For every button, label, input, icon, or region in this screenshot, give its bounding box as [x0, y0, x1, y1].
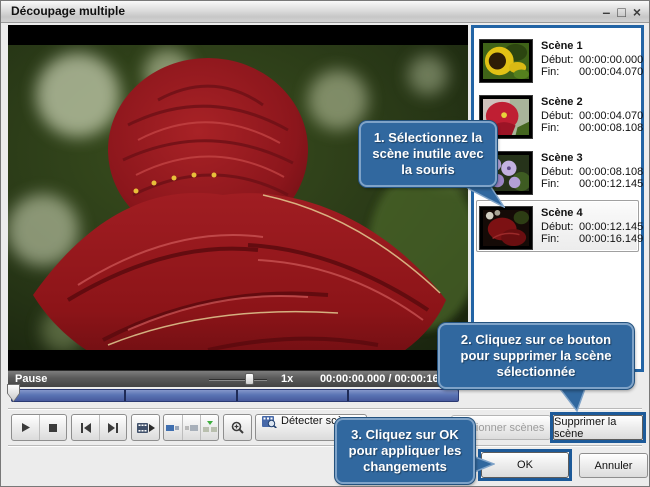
magnifier-icon [231, 421, 244, 434]
playback-status-bar: Pause 1x 00:00:00.000 / 00:00:16.149 [8, 370, 468, 387]
scene-end-time: 00:00:04.070 [579, 66, 643, 78]
speed-slider-track[interactable] [209, 379, 267, 381]
stop-button[interactable] [39, 415, 66, 440]
split-icon [203, 421, 217, 434]
speed-slider-handle[interactable] [245, 373, 254, 385]
title-bar[interactable]: Découpage multiple – □ × [1, 1, 649, 23]
scene-item-1[interactable]: Scène 1 Début:00:00:00.000 Fin:00:00:04.… [477, 39, 638, 91]
trim-start-icon [166, 423, 180, 433]
zoom-button[interactable] [224, 415, 251, 440]
previous-frame-icon [80, 423, 92, 433]
delete-scene-highlight-ring: Supprimer la scène [550, 412, 646, 443]
trim-start-button[interactable] [164, 415, 182, 440]
next-frame-icon [107, 423, 119, 433]
play-button[interactable] [12, 415, 39, 440]
scene-item-2[interactable]: Scène 2 Début:00:00:04.070 Fin:00:00:08.… [477, 95, 638, 147]
close-button[interactable]: × [633, 2, 641, 22]
scene-name: Scène 1 [541, 40, 643, 52]
trim-end-icon [185, 423, 199, 433]
scene-item-4[interactable]: Scène 4 Début:00:00:12.145 Fin:00:00:16.… [477, 206, 638, 258]
next-frame-button[interactable] [99, 415, 126, 440]
scene-end-time: 00:00:08.108 [579, 122, 643, 134]
playback-status-label: Pause [15, 373, 47, 385]
scene-name: Scène 2 [541, 96, 643, 108]
stop-icon [48, 423, 58, 433]
scene-thumbnail [479, 39, 533, 83]
scene-start-time: 00:00:12.145 [579, 221, 643, 233]
callout-step3: 3. Cliquez sur OK pour appliquer les cha… [335, 418, 475, 484]
trim-end-button[interactable] [182, 415, 200, 440]
scene-end-time: 00:00:16.149 [579, 233, 643, 245]
separator [8, 445, 642, 447]
dialog-window: Découpage multiple – □ × [0, 0, 650, 487]
previous-frame-button[interactable] [72, 415, 99, 440]
separator [8, 408, 642, 410]
scene-name: Scène 3 [541, 152, 643, 164]
scene-name: Scène 4 [541, 207, 643, 219]
scene-thumbnail [479, 206, 533, 250]
frame-step-button[interactable] [132, 415, 159, 440]
scene-end-time: 00:00:12.145 [579, 178, 643, 190]
video-frame [8, 45, 468, 350]
video-preview [8, 25, 468, 370]
delete-scene-button[interactable]: Supprimer la scène [553, 415, 643, 440]
split-button[interactable] [200, 415, 218, 440]
scene-start-time: 00:00:08.108 [579, 166, 643, 178]
detect-scenes-icon [262, 415, 277, 428]
minimize-button[interactable]: – [603, 2, 611, 22]
window-title: Découpage multiple [11, 4, 125, 18]
scene-marker [124, 390, 126, 401]
speed-label: 1x [281, 373, 293, 385]
scene-start-time: 00:00:00.000 [579, 54, 643, 66]
scene-start-time: 00:00:04.070 [579, 110, 643, 122]
cancel-button[interactable]: Annuler [579, 453, 648, 478]
filmstrip-play-icon [137, 422, 155, 434]
maximize-button[interactable]: □ [617, 2, 625, 22]
scene-marker [236, 390, 238, 401]
callout-step1: 1. Sélectionnez la scène inutile avec la… [359, 121, 497, 187]
callout-step2: 2. Cliquez sur ce bouton pour supprimer … [438, 323, 634, 389]
seek-bar[interactable] [11, 389, 459, 402]
scene-marker [347, 390, 349, 401]
play-icon [20, 422, 31, 433]
